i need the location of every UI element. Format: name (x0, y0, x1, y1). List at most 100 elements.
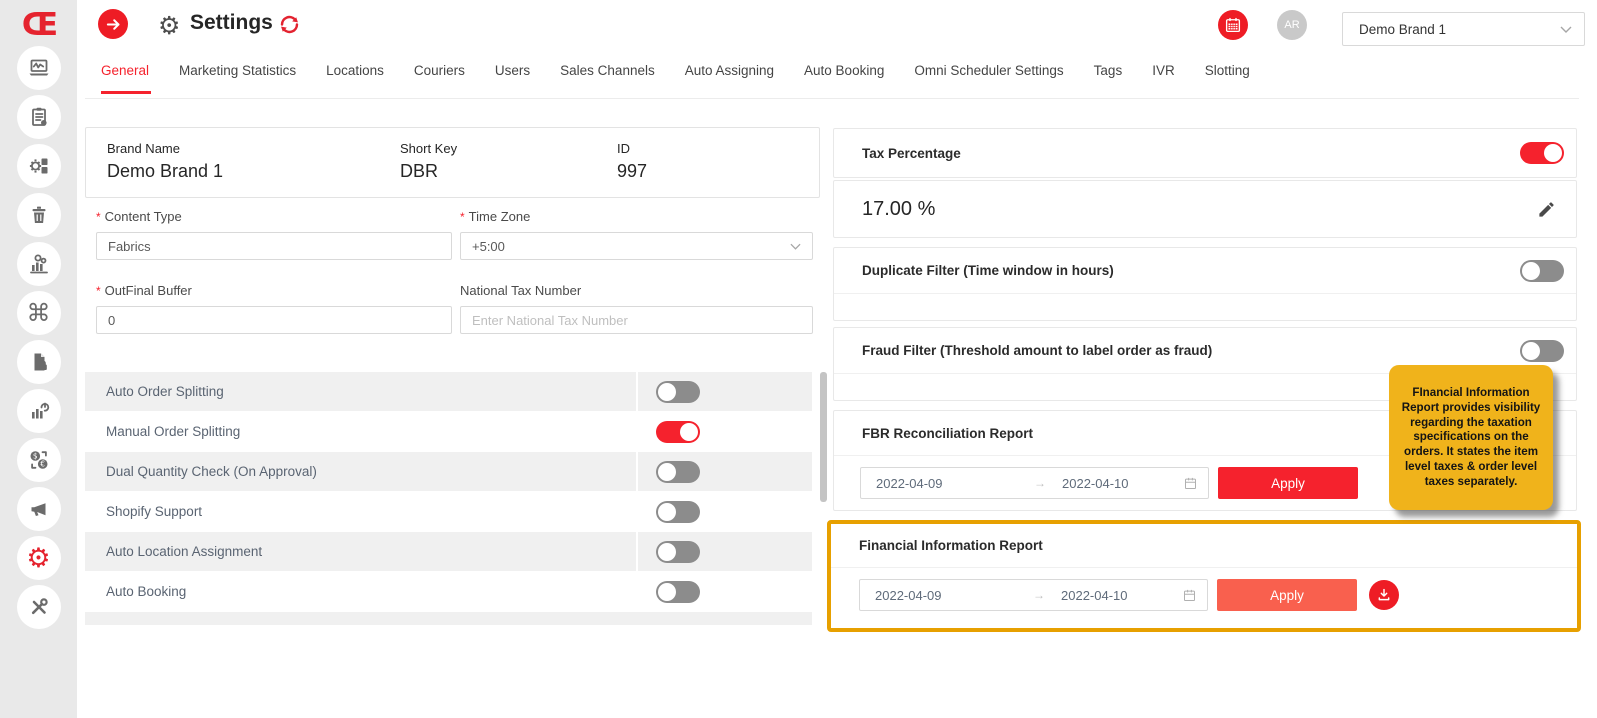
settings-gear-title-icon: ⚙ (158, 11, 180, 40)
required-asterisk: * (460, 210, 465, 224)
brand-selector-value: Demo Brand 1 (1359, 22, 1560, 37)
sidebar-expand-button[interactable] (98, 9, 128, 39)
tab-marketing-statistics[interactable]: Marketing Statistics (179, 63, 296, 94)
dashboard-icon (27, 56, 51, 80)
calendar-button[interactable] (1218, 10, 1248, 40)
calendar-icon (1224, 16, 1242, 34)
brand-id-field: ID 997 (617, 141, 647, 197)
fbr-date-range-picker[interactable]: 2022-04-09 → 2022-04-10 (860, 467, 1209, 499)
tab-couriers[interactable]: Couriers (414, 63, 465, 94)
brand-info-card: Brand Name Demo Brand 1 Short Key DBR ID… (85, 127, 820, 198)
tab-ivr[interactable]: IVR (1152, 63, 1175, 94)
settings-page: Œ (0, 0, 1597, 718)
next-row-peek (85, 612, 812, 625)
date-range-arrow: → (1033, 588, 1061, 602)
tab-omni-scheduler-settings[interactable]: Omni Scheduler Settings (914, 63, 1063, 94)
duplicate-filter-label: Duplicate Filter (Time window in hours) (862, 263, 1520, 278)
tab-auto-booking[interactable]: Auto Booking (804, 63, 884, 94)
brand-id-label: ID (617, 141, 647, 156)
tabbar-divider (85, 98, 1579, 99)
financial-download-button[interactable] (1369, 580, 1399, 610)
toggle-row-shopify-support: Shopify Support (85, 492, 812, 531)
trash-icon (27, 203, 51, 227)
fbr-date-to[interactable]: 2022-04-10 (1062, 476, 1183, 491)
tab-tags[interactable]: Tags (1094, 63, 1123, 94)
svg-text:$: $ (32, 452, 37, 461)
toggle-list-scrollbar[interactable] (820, 372, 827, 502)
tax-percentage-value: 17.00 % (862, 198, 1537, 221)
sidebar-item-reports[interactable] (17, 389, 61, 433)
chevron-down-icon (1560, 26, 1572, 33)
feature-toggle-list: Auto Order Splitting Manual Order Splitt… (85, 372, 812, 612)
time-zone-value: +5:00 (472, 239, 790, 254)
tab-general[interactable]: General (101, 63, 149, 94)
auto-location-assignment-toggle[interactable] (656, 541, 700, 563)
toggle-row-manual-order-splitting: Manual Order Splitting (85, 412, 812, 451)
tab-slotting[interactable]: Slotting (1205, 63, 1250, 94)
user-avatar[interactable]: AR (1277, 10, 1307, 40)
financial-apply-button[interactable]: Apply (1217, 579, 1357, 611)
settings-tabs: General Marketing Statistics Locations C… (101, 63, 1250, 94)
outfinal-buffer-input[interactable] (96, 306, 452, 334)
download-icon (1376, 587, 1392, 603)
general-form: *Content Type *Time Zone +5:00 *OutFinal… (96, 209, 814, 334)
svg-text:€: € (40, 460, 45, 469)
content-type-input[interactable] (96, 232, 452, 260)
dual-quantity-check-toggle[interactable] (656, 461, 700, 483)
auto-order-splitting-toggle[interactable] (656, 381, 700, 403)
toggle-row-auto-location-assignment: Auto Location Assignment (85, 532, 812, 571)
brand-name-field: Brand Name Demo Brand 1 (107, 141, 400, 197)
tab-auto-assigning[interactable]: Auto Assigning (685, 63, 774, 94)
required-asterisk: * (96, 210, 101, 224)
brand-name-label: Brand Name (107, 141, 400, 156)
financial-report-title: Financial Information Report (859, 538, 1565, 553)
tax-percentage-toggle[interactable] (1520, 142, 1564, 164)
national-tax-number-group: National Tax Number (460, 283, 813, 334)
sidebar-item-marketing[interactable] (17, 487, 61, 531)
national-tax-number-input[interactable] (460, 306, 813, 334)
sidebar-item-analytics[interactable] (17, 242, 61, 286)
sidebar-item-settings[interactable]: ⚙ (17, 536, 61, 580)
auto-booking-toggle[interactable] (656, 581, 700, 603)
fbr-date-from[interactable]: 2022-04-09 (876, 476, 1034, 491)
sidebar-item-finance[interactable]: $ € (17, 438, 61, 482)
date-range-arrow: → (1034, 476, 1062, 490)
chevron-down-icon (790, 243, 801, 250)
time-zone-select[interactable]: +5:00 (460, 232, 813, 260)
settings-gear-icon: ⚙ (26, 545, 50, 572)
sidebar-item-orders[interactable] (17, 95, 61, 139)
auto-dispatch-icon (27, 154, 51, 178)
brand-selector[interactable]: Demo Brand 1 (1342, 12, 1585, 46)
fraud-filter-toggle[interactable] (1520, 340, 1564, 362)
sidebar-item-tools[interactable] (17, 585, 61, 629)
tab-locations[interactable]: Locations (326, 63, 384, 94)
edit-pencil-icon[interactable] (1537, 200, 1556, 219)
tax-percentage-label: Tax Percentage (862, 146, 1520, 161)
sidebar-item-auto-dispatch[interactable] (17, 144, 61, 188)
national-tax-number-label: National Tax Number (460, 283, 813, 298)
shopify-support-toggle[interactable] (656, 501, 700, 523)
financial-date-from[interactable]: 2022-04-09 (875, 588, 1033, 603)
short-key-label: Short Key (400, 141, 617, 156)
sidebar-item-commands[interactable]: ⌘ (17, 291, 61, 335)
document-lock-icon (27, 350, 51, 374)
short-key-field: Short Key DBR (400, 141, 617, 197)
sidebar-item-dashboard[interactable] (17, 46, 61, 90)
duplicate-filter-toggle[interactable] (1520, 260, 1564, 282)
financial-date-range-picker[interactable]: 2022-04-09 → 2022-04-10 (859, 579, 1208, 611)
tab-sales-channels[interactable]: Sales Channels (560, 63, 655, 94)
tax-percentage-value-card: 17.00 % (833, 180, 1577, 238)
content-type-label: Content Type (105, 209, 182, 224)
fbr-apply-button[interactable]: Apply (1218, 467, 1358, 499)
app-logo[interactable]: Œ (0, 0, 77, 46)
analytics-gears-icon (27, 252, 51, 276)
financial-date-to[interactable]: 2022-04-10 (1061, 588, 1182, 603)
sidebar-item-documents[interactable] (17, 340, 61, 384)
currency-exchange-icon: $ € (27, 448, 51, 472)
tab-users[interactable]: Users (495, 63, 530, 94)
reports-wrench-icon (27, 399, 51, 423)
refresh-icon[interactable] (278, 13, 301, 41)
sidebar-item-trash[interactable] (17, 193, 61, 237)
page-title: Settings (190, 11, 273, 35)
manual-order-splitting-toggle[interactable] (656, 421, 700, 443)
